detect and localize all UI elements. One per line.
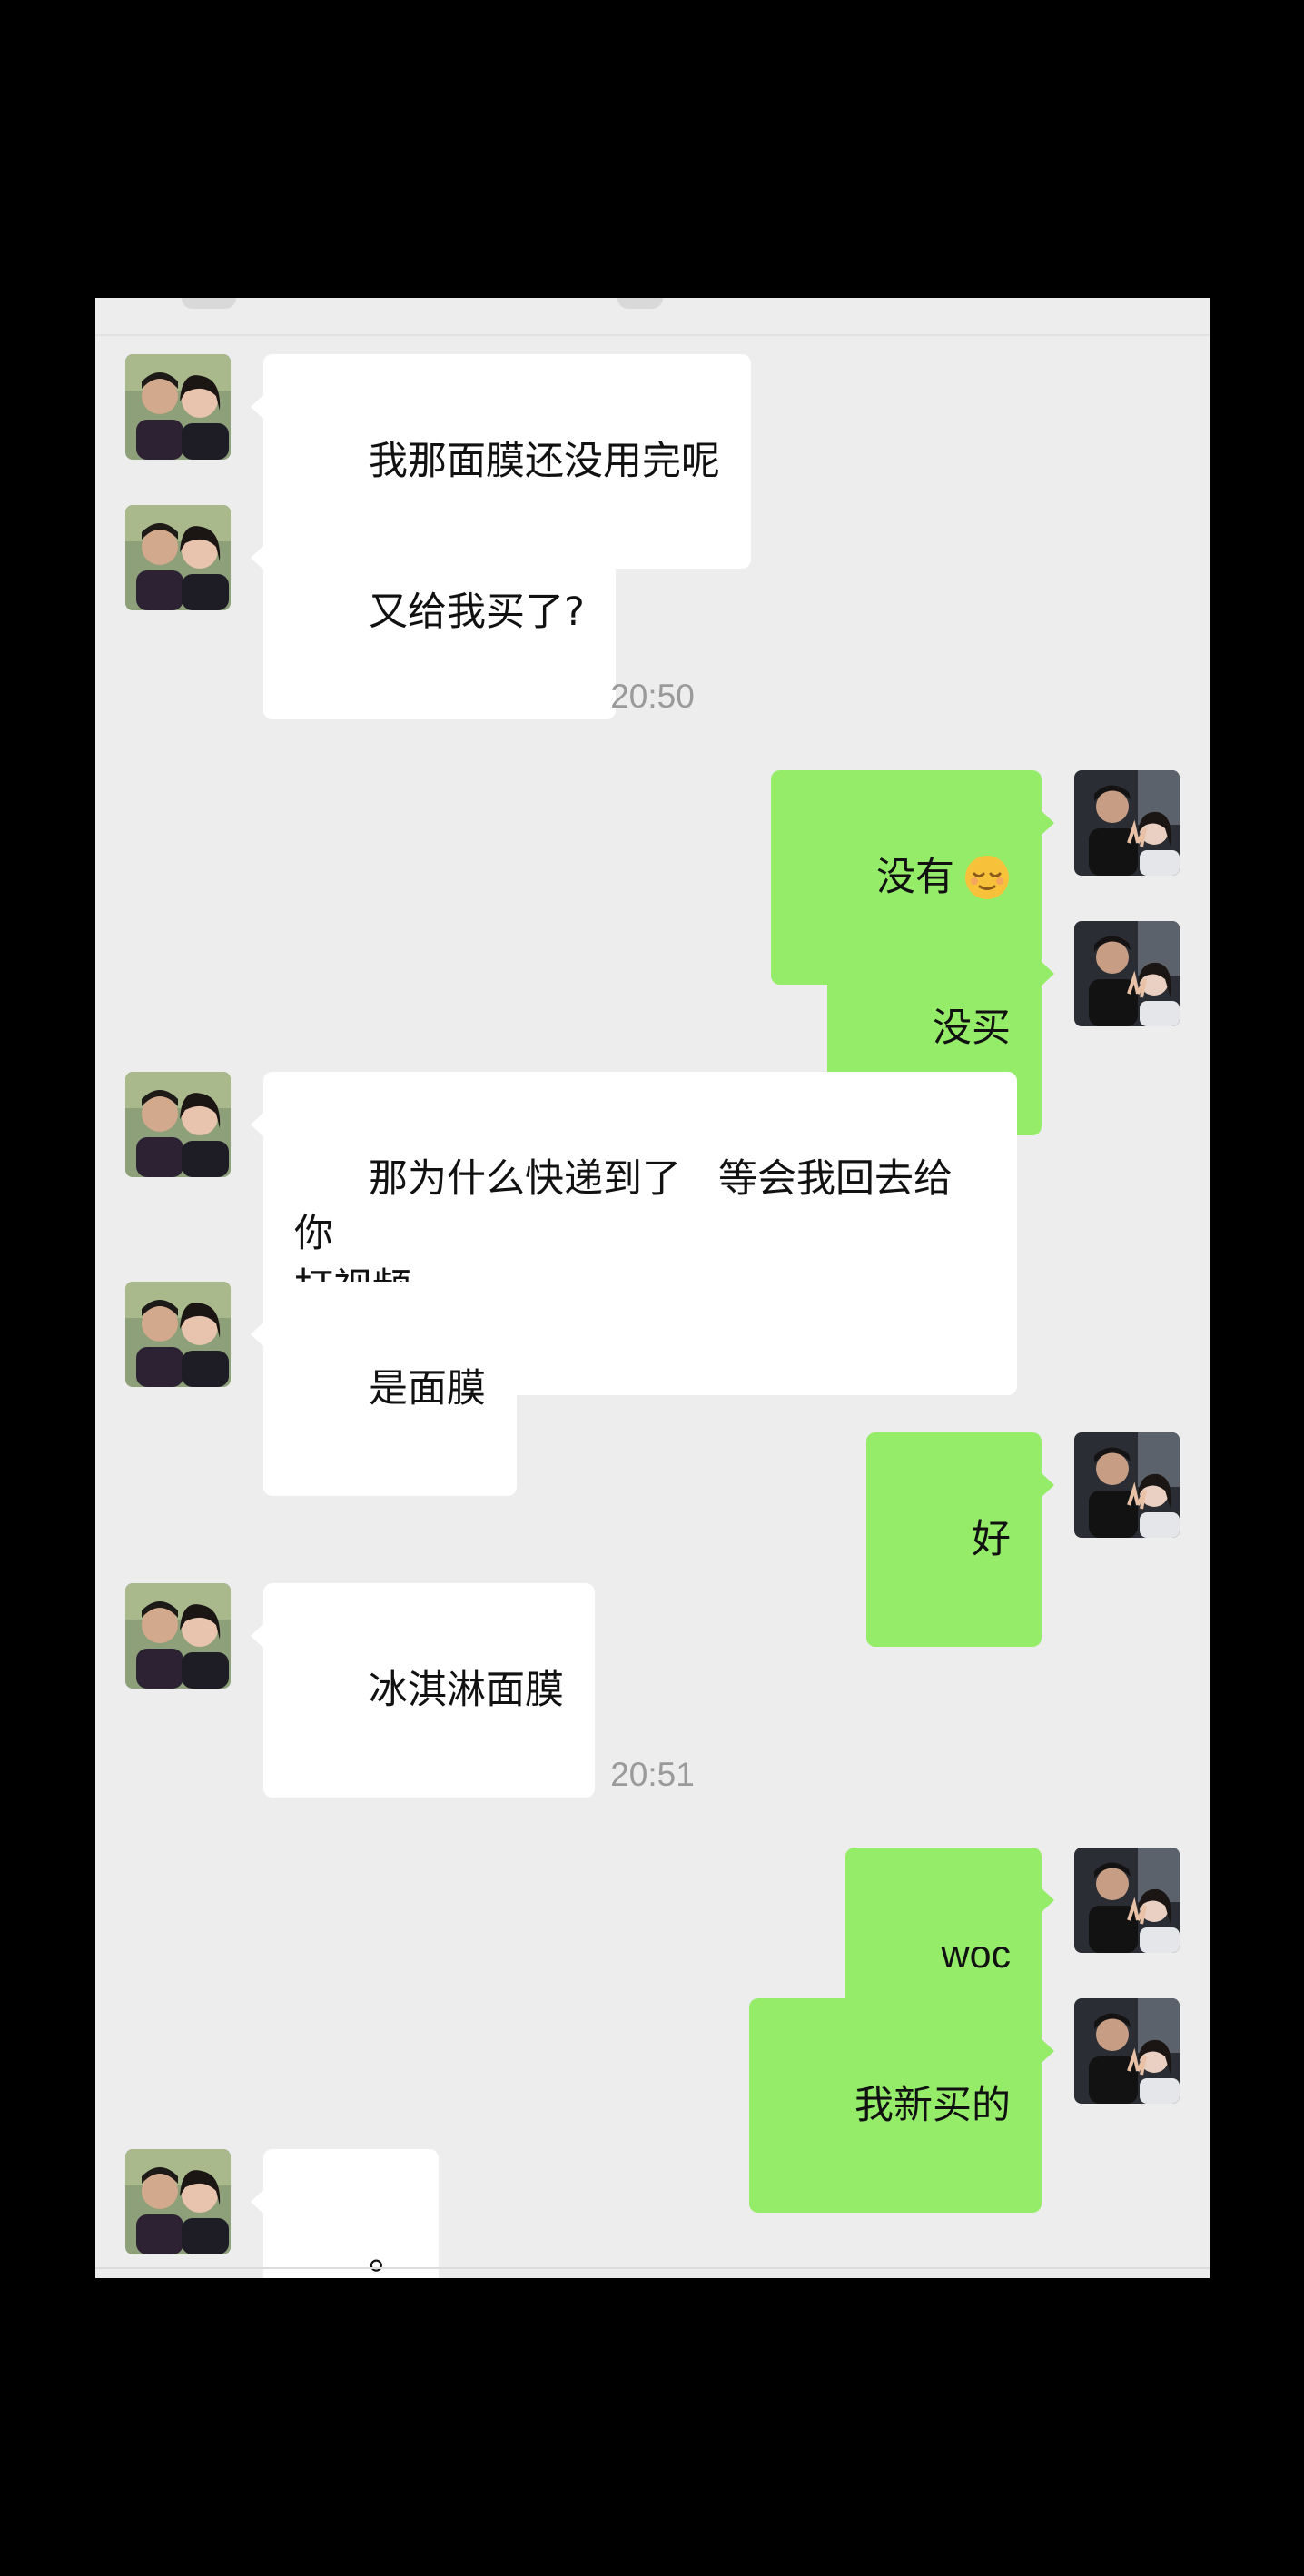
message-row: 好 xyxy=(95,1432,1210,1647)
contact-avatar-image xyxy=(125,354,231,460)
contact-avatar-image xyxy=(125,505,231,610)
message-text: 没买 xyxy=(933,1006,1011,1051)
user-avatar[interactable] xyxy=(1074,1848,1180,1953)
contact-avatar[interactable] xyxy=(125,1583,231,1689)
contact-avatar-image xyxy=(125,1583,231,1689)
user-avatar-image xyxy=(1074,921,1180,1026)
user-avatar-image xyxy=(1074,770,1180,876)
message-row: 没有 xyxy=(95,770,1210,985)
message-text: 又给我买了? xyxy=(369,590,585,635)
user-avatar-image xyxy=(1074,1998,1180,2104)
user-avatar[interactable] xyxy=(1074,1998,1180,2104)
user-avatar-image xyxy=(1074,1848,1180,1953)
message-timestamp: 20:51 xyxy=(610,1756,695,1793)
message-bubble[interactable]: 。 xyxy=(250,2149,440,2278)
message-text: 我新买的 xyxy=(855,2083,1011,2128)
message-text: 没有 xyxy=(876,855,954,900)
contact-avatar-image xyxy=(125,2149,231,2254)
contact-avatar[interactable] xyxy=(125,505,231,610)
message-text: 我那面膜还没用完呢 xyxy=(369,439,721,484)
message-timestamp: 20:50 xyxy=(610,678,695,715)
header-fragment xyxy=(182,298,236,309)
contact-avatar[interactable] xyxy=(125,1282,231,1387)
user-avatar[interactable] xyxy=(1074,1432,1180,1538)
user-avatar-image xyxy=(1074,1432,1180,1538)
header-divider xyxy=(95,334,1210,336)
user-avatar[interactable] xyxy=(1074,770,1180,876)
contact-avatar[interactable] xyxy=(125,354,231,460)
contact-avatar[interactable] xyxy=(125,1072,231,1177)
input-divider xyxy=(95,2267,1210,2269)
message-row: 。 xyxy=(95,2149,1210,2278)
chat-window: 我那面膜还没用完呢 又给我买了? 20:50 没有 没买 那为什么快递到了 等会… xyxy=(95,298,1210,2278)
message-row: 我新买的 xyxy=(95,1998,1210,2213)
user-avatar[interactable] xyxy=(1074,921,1180,1026)
message-row: 没买 xyxy=(95,921,1210,1135)
message-text: 是面膜 xyxy=(369,1366,487,1412)
contact-avatar-image xyxy=(125,1282,231,1387)
message-row: woc xyxy=(95,1848,1210,2062)
message-text: 。 xyxy=(369,2234,409,2278)
contact-avatar-image xyxy=(125,1072,231,1177)
message-row: 我那面膜还没用完呢 xyxy=(95,354,1210,569)
message-text: woc xyxy=(941,1933,1011,1977)
message-row: 又给我买了? xyxy=(95,505,1210,719)
contact-avatar[interactable] xyxy=(125,2149,231,2254)
relieved-face-emoji xyxy=(963,854,1011,901)
message-row: 是面膜 xyxy=(95,1282,1210,1496)
message-row: 那为什么快递到了 等会我回去给你 打视频 xyxy=(95,1072,1210,1395)
message-text: 冰淇淋面膜 xyxy=(369,1668,565,1713)
message-text: 好 xyxy=(972,1517,1011,1562)
header-fragment xyxy=(617,298,663,309)
message-row: 冰淇淋面膜 xyxy=(95,1583,1210,1798)
